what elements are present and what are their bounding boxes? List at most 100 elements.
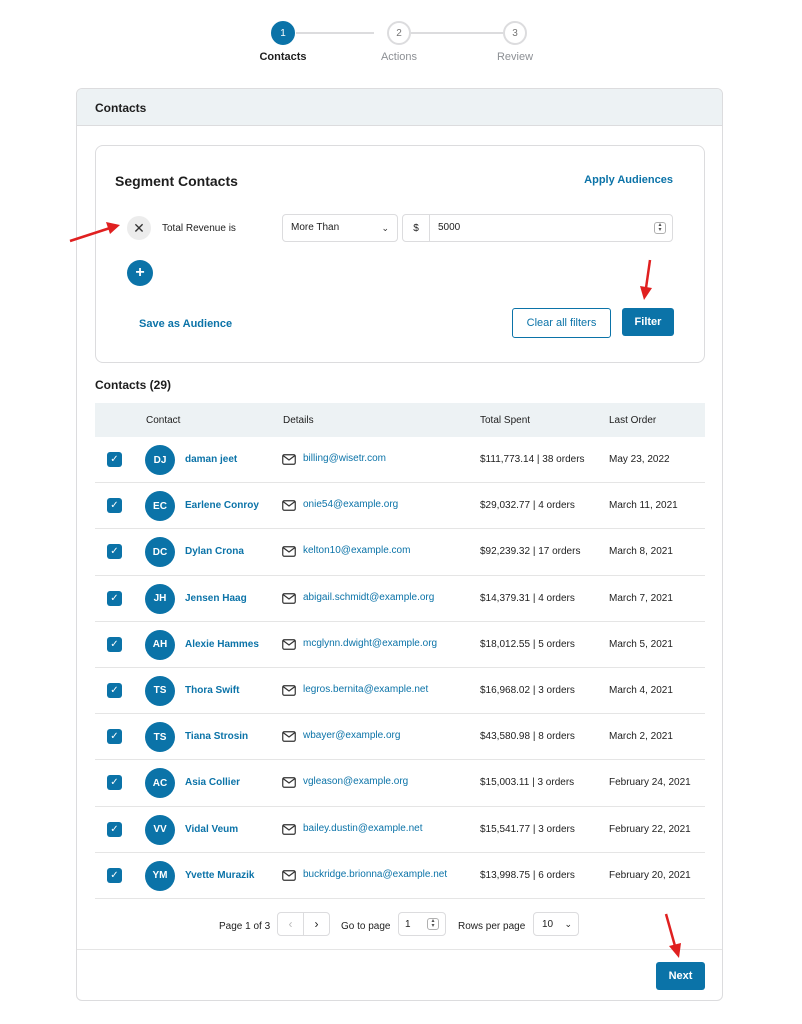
check-icon: ✓ (110, 684, 119, 696)
remove-filter-button[interactable]: ✕ (127, 216, 151, 240)
step-label: Actions (380, 51, 418, 63)
page-indicator: Page 1 of 3 (219, 921, 271, 932)
contact-email-link[interactable]: vgleason@example.org (303, 776, 408, 787)
step-contacts[interactable]: 1 Contacts (243, 21, 323, 63)
operator-value: More Than (291, 222, 340, 233)
avatar: DJ (145, 445, 175, 475)
row-checkbox[interactable]: ✓ (107, 452, 122, 467)
last-order: March 8, 2021 (609, 546, 673, 558)
step-label: Review (496, 51, 534, 63)
contact-name-link[interactable]: Alexie Hammes (185, 622, 271, 668)
contact-name-link[interactable]: Dylan Crona (185, 529, 271, 575)
column-header-details: Details (283, 415, 314, 426)
add-filter-button[interactable]: + (127, 260, 153, 286)
contact-name-link[interactable]: Jensen Haag (185, 576, 271, 622)
clear-filters-button[interactable]: Clear all filters (512, 308, 611, 338)
contact-name-link[interactable]: daman jeet (185, 437, 271, 483)
check-icon: ✓ (110, 592, 119, 604)
last-order: March 2, 2021 (609, 731, 673, 743)
column-header-last-order: Last Order (609, 415, 657, 426)
row-checkbox[interactable]: ✓ (107, 636, 122, 652)
chevron-left-icon[interactable]: ‹ (278, 913, 304, 935)
total-spent: $15,541.77 | 3 orders (480, 823, 575, 835)
contact-email-link[interactable]: buckridge.brionna@example.net (303, 869, 447, 880)
filter-button[interactable]: Filter (622, 308, 674, 336)
contact-name-link[interactable]: Vidal Veum (185, 807, 271, 853)
stepper-icon[interactable]: ▴ ▾ (427, 918, 439, 930)
mail-icon (282, 638, 296, 650)
apply-audiences-link[interactable]: Apply Audiences (584, 174, 673, 186)
mail-icon (282, 592, 296, 604)
contact-name-link[interactable]: Thora Swift (185, 668, 271, 714)
step-number: 3 (503, 21, 527, 45)
mail-icon (282, 869, 296, 881)
table-row: ✓ DC Dylan Crona kelton10@example.com $92,23… (95, 529, 705, 576)
row-checkbox[interactable]: ✓ (107, 544, 122, 560)
chevron-down-icon: ⌄ (381, 223, 389, 233)
total-spent: $43,580.98 | 8 orders (480, 731, 575, 743)
contact-email-link[interactable]: onie54@example.org (303, 499, 398, 510)
check-icon: ✓ (110, 777, 119, 789)
row-checkbox[interactable]: ✓ (107, 729, 122, 745)
total-spent: $13,998.75 | 6 orders (480, 869, 575, 881)
close-icon: ✕ (133, 219, 145, 236)
contact-name-link[interactable]: Tiana Strosin (185, 714, 271, 760)
table-header: Contact Details Total Spent Last Order (95, 403, 705, 437)
row-checkbox[interactable]: ✓ (107, 682, 122, 698)
chevron-right-icon[interactable]: › (304, 913, 329, 935)
total-spent: $111,773.14 | 38 orders (480, 454, 585, 465)
contact-email-link[interactable]: mcglynn.dwight@example.org (303, 638, 437, 649)
segment-title: Segment Contacts (115, 173, 238, 189)
mail-icon (282, 685, 296, 696)
row-checkbox[interactable]: ✓ (107, 590, 122, 606)
rows-per-page-select[interactable]: 10 ⌄ (533, 912, 579, 936)
mail-icon (282, 731, 296, 742)
row-checkbox[interactable]: ✓ (107, 498, 122, 514)
contact-email-link[interactable]: bailey.dustin@example.net (303, 823, 422, 834)
segment-panel: Segment Contacts Apply Audiences ✕ Total… (95, 145, 705, 363)
stepper: 1 Contacts 2 Actions 3 Review (0, 21, 802, 65)
contact-email-link[interactable]: billing@wisetr.com (303, 453, 386, 464)
save-as-audience-link[interactable]: Save as Audience (139, 318, 232, 330)
avatar: TS (145, 722, 175, 753)
table-row: ✓ TS Thora Swift legros.bernita@example.net… (95, 668, 705, 715)
page-nav: ‹ › (277, 912, 330, 936)
currency-prefix: $ (402, 214, 430, 242)
contact-email-link[interactable]: abigail.schmidt@example.org (303, 592, 434, 603)
operator-select[interactable]: More Than ⌄ (282, 214, 398, 242)
stepper-icon[interactable]: ▴ ▾ (654, 222, 666, 234)
step-number: 2 (387, 21, 411, 45)
last-order: March 4, 2021 (609, 684, 673, 696)
filter-label: Total Revenue is (162, 223, 236, 234)
row-checkbox[interactable]: ✓ (107, 775, 122, 791)
pagination: Page 1 of 3 ‹ › Go to page 1 ▴ ▾ Rows per… (77, 911, 722, 941)
avatar: VV (145, 814, 175, 845)
contact-email-link[interactable]: wbayer@example.org (303, 730, 400, 741)
contact-email-link[interactable]: kelton10@example.com (303, 545, 410, 556)
plus-icon: + (135, 264, 145, 281)
goto-page-input[interactable]: 1 ▴ ▾ (398, 912, 446, 936)
amount-input[interactable]: 5000 ▴ ▾ (429, 214, 673, 242)
avatar: JH (145, 583, 175, 614)
contact-name-link[interactable]: Asia Collier (185, 760, 271, 806)
table-row: ✓ JH Jensen Haag abigail.schmidt@example.or… (95, 576, 705, 622)
step-review[interactable]: 3 Review (475, 21, 555, 63)
mail-icon (282, 454, 296, 465)
annotation-arrow-icon (69, 222, 120, 243)
table-body: ✓ DJ daman jeet billing@wisetr.com $111,773.… (95, 437, 705, 899)
card-title: Contacts (77, 89, 722, 126)
goto-label: Go to page (341, 921, 391, 932)
contact-name-link[interactable]: Yvette Murazik (185, 853, 271, 899)
table-row: ✓ EC Earlene Conroy onie54@example.org $29,0… (95, 483, 705, 530)
next-button[interactable]: Next (656, 962, 705, 990)
table-row: ✓ TS Tiana Strosin wbayer@example.org $43,58… (95, 714, 705, 761)
avatar: EC (145, 491, 175, 522)
row-checkbox[interactable]: ✓ (107, 821, 122, 837)
contact-name-link[interactable]: Earlene Conroy (185, 483, 271, 529)
table-row: ✓ DJ daman jeet billing@wisetr.com $111,773.… (95, 437, 705, 484)
row-checkbox[interactable]: ✓ (107, 867, 122, 883)
contact-email-link[interactable]: legros.bernita@example.net (303, 684, 428, 695)
contacts-table: Contact Details Total Spent Last Order ✓… (95, 403, 705, 899)
step-actions[interactable]: 2 Actions (359, 21, 439, 63)
column-header-contact: Contact (146, 415, 181, 426)
